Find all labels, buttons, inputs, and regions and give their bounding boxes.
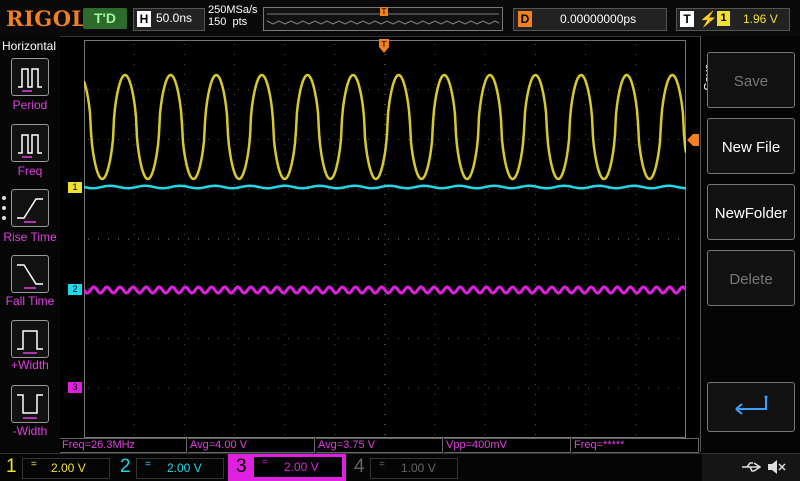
new-file-button-label: New File [721, 139, 781, 156]
measure-rise-time-button[interactable] [11, 189, 49, 227]
sample-rate: 250MSa/s [208, 4, 258, 16]
delete-button-label: Delete [729, 271, 773, 288]
usb-icon [742, 462, 762, 472]
measure-menu-title: Horizontal [2, 39, 57, 53]
new-folder-button[interactable]: NewFolder [707, 184, 795, 240]
rising-edge-icon: ⚡ [699, 11, 718, 28]
dc-coupling-icon: = [31, 459, 37, 470]
ch4-number[interactable]: 4 [354, 456, 365, 478]
ch3-offset-marker[interactable]: 3 [68, 382, 82, 393]
rigol-logo: RIGOL [6, 6, 87, 31]
measurement-results: Freq=26.3MHz Avg=4.00 V Avg=3.75 V Vpp=4… [60, 437, 700, 453]
negative-width-icon [17, 394, 43, 419]
status-bar: RIGOL T'D H 50.0ns 250MSa/s 150 pts T D … [0, 0, 800, 37]
new-folder-button-label: NewFolder [714, 205, 788, 222]
trigger-readout[interactable]: T ⚡ 1 1.96 V [676, 8, 790, 31]
measurement-item[interactable]: Avg=3.75 V [316, 438, 443, 453]
ch1-scale-box[interactable]: = 2.00 V [22, 458, 110, 479]
measurement-item[interactable]: Avg=4.00 V [188, 438, 315, 453]
measure-menu: Horizontal Period Freq Rise Time Fall Ti… [0, 36, 60, 452]
delete-button[interactable]: Delete [707, 250, 795, 306]
system-status-area [702, 454, 800, 481]
trigger-status-badge: T'D [83, 8, 127, 29]
dc-coupling-icon: = [379, 459, 385, 470]
ch4-scale-box[interactable]: = 1.00 V [370, 458, 458, 479]
horizontal-timebase[interactable]: H 50.0ns [133, 8, 205, 31]
measure-rise-time-label: Rise Time [3, 230, 57, 244]
save-button-label: Save [733, 73, 769, 90]
trigger-position-marker-icon: T [380, 7, 388, 16]
ch1-scale: 2.00 V [51, 461, 86, 475]
measure-negative-width-button[interactable] [11, 385, 49, 423]
menu-page-indicator [2, 196, 6, 226]
trigger-level-marker-icon[interactable] [687, 133, 699, 146]
channel-bar: 1 = 2.00 V 2 = 2.00 V 3 = 2.00 V 4 = 1.0… [0, 453, 800, 481]
new-file-button[interactable]: New File [707, 118, 795, 174]
measurement-item[interactable]: Freq=***** [572, 438, 699, 453]
dc-coupling-icon: = [262, 457, 268, 468]
measure-negative-width-label: -Width [12, 424, 48, 438]
save-button[interactable]: Save [707, 52, 795, 108]
fall-time-icon [17, 264, 43, 289]
trigger-letter: T [680, 11, 694, 27]
delay-letter: D [518, 11, 532, 27]
measure-period-label: Period [12, 98, 48, 112]
measure-positive-width-label: +Width [11, 358, 49, 372]
return-arrow-icon [735, 395, 768, 415]
ch1-number[interactable]: 1 [6, 456, 17, 478]
measure-freq-button[interactable] [11, 124, 49, 162]
freq-icon [18, 134, 42, 158]
ch2-scale: 2.00 V [167, 461, 202, 475]
rise-time-icon [17, 198, 43, 223]
ch3-number: 3 [236, 456, 247, 477]
period-icon [18, 68, 42, 92]
trigger-source: 1 [717, 11, 730, 26]
dc-coupling-icon: = [145, 459, 151, 470]
trigger-level: 1.96 V [743, 12, 778, 26]
measure-fall-time-label: Fall Time [5, 294, 55, 308]
ch2-offset-marker[interactable]: 2 [68, 284, 82, 295]
delay-value: 0.00000000ps [560, 12, 637, 26]
ch3-marker-label: 3 [72, 382, 78, 392]
ch3-scale: 2.00 V [284, 460, 319, 474]
waveform-svg [82, 40, 688, 438]
measure-period-button[interactable] [11, 58, 49, 96]
save-menu: Save Save New File NewFolder Delete [700, 36, 800, 452]
ch2-marker-label: 2 [72, 284, 78, 294]
memory-depth: 150 pts [208, 16, 248, 28]
speaker-mute-icon[interactable] [766, 459, 786, 475]
ch2-number[interactable]: 2 [120, 456, 131, 478]
measure-positive-width-button[interactable] [11, 320, 49, 358]
ch3-active-tab[interactable]: 3 = 2.00 V [228, 454, 346, 481]
ch2-scale-box[interactable]: = 2.00 V [136, 458, 224, 479]
svg-text:T: T [381, 40, 387, 49]
acquisition-info: 250MSa/s 150 pts [208, 4, 258, 28]
ch1-offset-marker[interactable]: 1 [68, 182, 82, 193]
timebase-value: 50.0ns [156, 11, 193, 25]
measurement-item[interactable]: Vpp=400mV [444, 438, 571, 453]
measure-fall-time-button[interactable] [11, 255, 49, 293]
trigger-time-marker-icon[interactable]: T [378, 38, 390, 54]
ch3-scale-box: = 2.00 V [254, 457, 342, 477]
measurement-item[interactable]: Freq=26.3MHz [60, 438, 187, 453]
waveform-display[interactable] [82, 40, 688, 438]
delay-readout[interactable]: D 0.00000000ps [513, 8, 667, 31]
return-button[interactable] [707, 382, 795, 432]
measure-freq-label: Freq [17, 164, 43, 178]
ch1-marker-label: 1 [72, 182, 78, 192]
ch4-scale: 1.00 V [401, 461, 436, 475]
horizontal-letter: H [137, 11, 151, 27]
positive-width-icon [17, 330, 43, 354]
memory-overview[interactable]: T [263, 7, 503, 31]
